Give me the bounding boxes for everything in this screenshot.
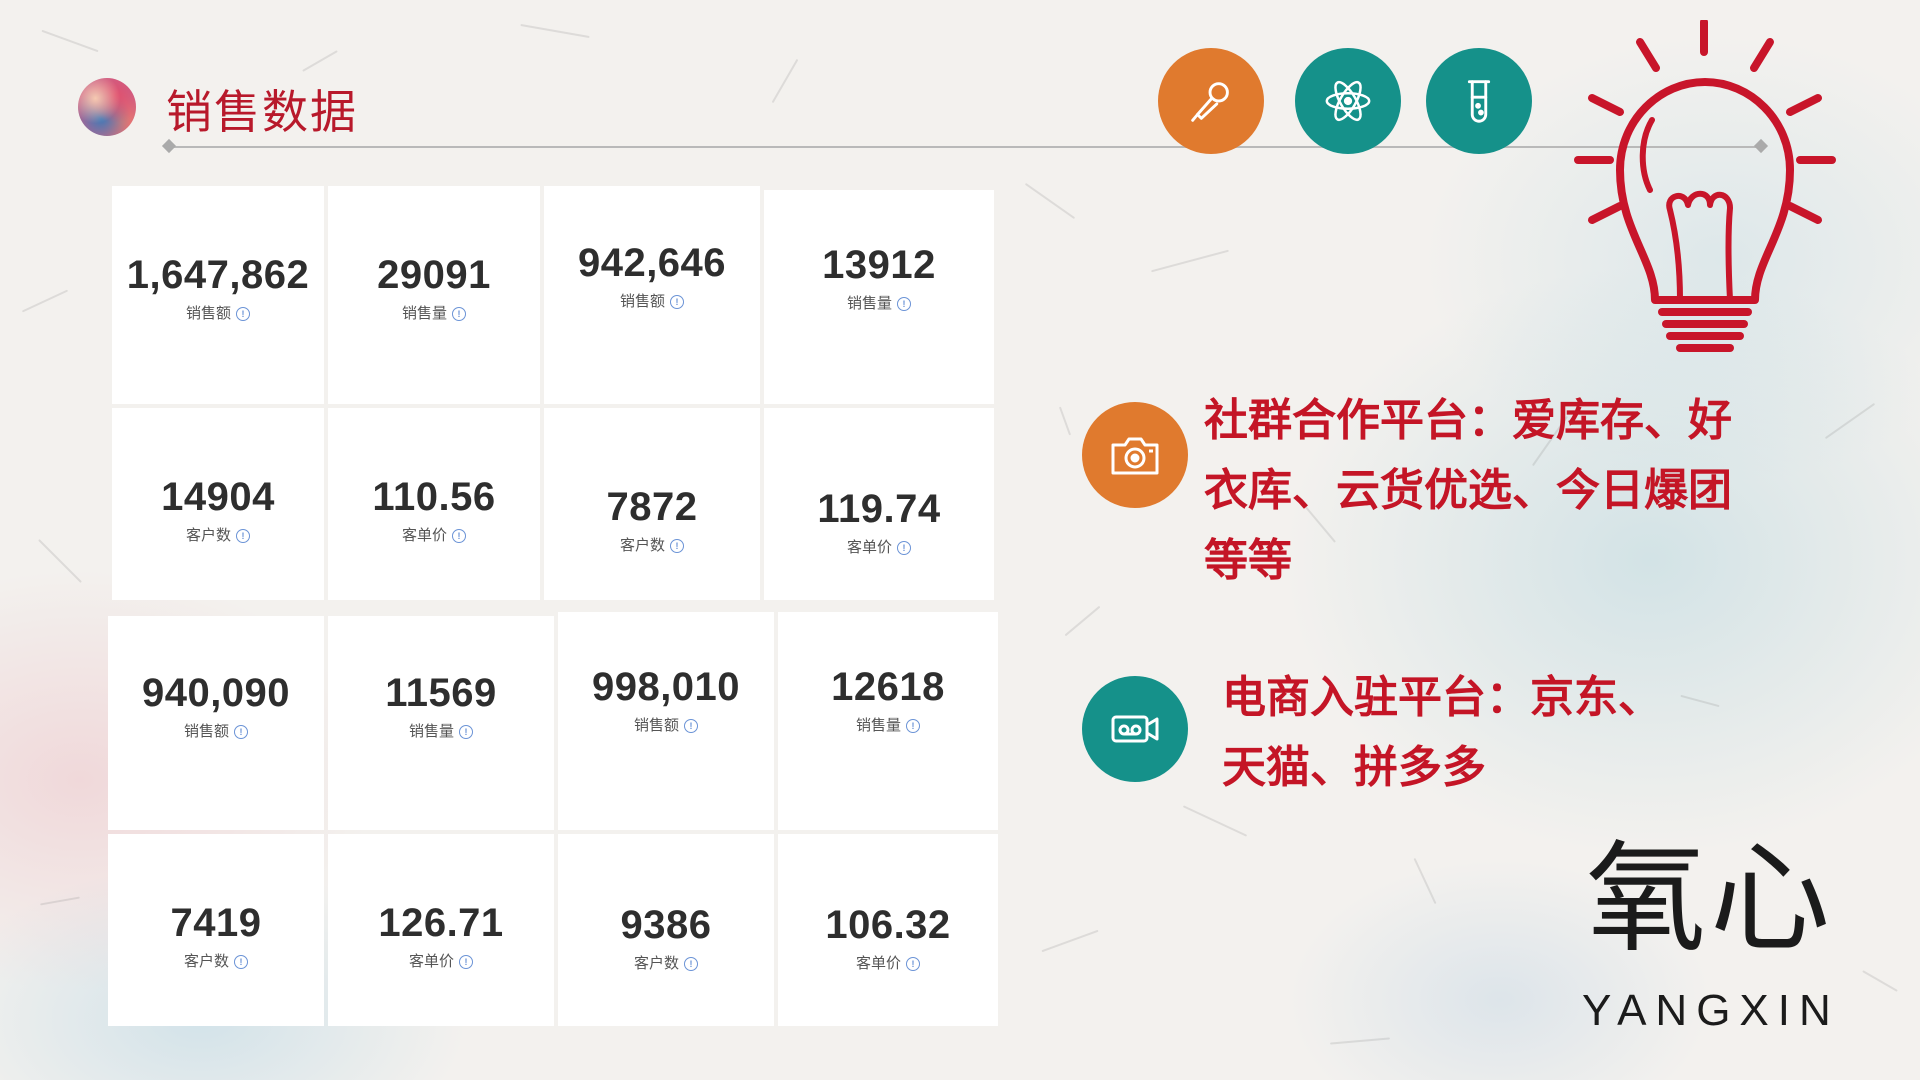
info-icon[interactable]: ! <box>452 528 466 543</box>
metrics-grid: 1,647,862 销售额! 29091 销售量! 942,646 销售额! 1… <box>108 186 998 1026</box>
info-icon[interactable]: ! <box>234 954 248 969</box>
feature-ecommerce-platforms: 电商入驻平台：京东、 天猫、拼多多 <box>1222 663 1662 803</box>
metric-card: 12618 销售量! <box>778 612 998 830</box>
info-icon[interactable]: ! <box>906 956 920 971</box>
info-icon[interactable]: ! <box>236 306 250 321</box>
metric-value: 110.56 <box>372 475 496 519</box>
header-divider <box>168 146 1764 148</box>
metric-value: 942,646 <box>577 241 727 285</box>
metric-value: 940,090 <box>141 671 291 715</box>
feature-line: 社群合作平台：爱库存、好 <box>1204 395 1732 446</box>
metric-card: 942,646 销售额! <box>544 186 760 404</box>
info-icon[interactable]: ! <box>897 296 911 311</box>
metric-value: 7872 <box>606 485 698 529</box>
metric-label: 客户数! <box>184 950 248 971</box>
metric-value: 1,647,862 <box>126 253 310 297</box>
logo-ball-icon <box>78 78 136 136</box>
test-tube-icon <box>1426 48 1532 154</box>
metric-value: 9386 <box>620 903 712 947</box>
atom-icon <box>1295 48 1401 154</box>
metric-value: 7419 <box>170 901 262 945</box>
metric-label: 销售量! <box>847 292 911 313</box>
microphone-icon <box>1158 48 1264 154</box>
metric-label: 客单价! <box>409 950 473 971</box>
info-icon[interactable]: ! <box>684 956 698 971</box>
light-bulb-icon <box>1574 20 1836 352</box>
metric-value: 29091 <box>377 253 491 297</box>
info-icon[interactable]: ! <box>684 718 698 733</box>
metric-label: 客户数! <box>634 952 698 973</box>
info-icon[interactable]: ! <box>897 540 911 555</box>
metric-card: 940,090 销售额! <box>108 616 324 830</box>
brand-logo-en: YANGXIN <box>1582 986 1840 1035</box>
metric-card: 110.56 客单价! <box>328 408 540 600</box>
camera-icon <box>1082 402 1188 508</box>
metric-label: 销售量! <box>856 714 920 735</box>
video-camera-icon <box>1082 676 1188 782</box>
metric-label: 销售额! <box>620 290 684 311</box>
metric-value: 11569 <box>385 671 497 715</box>
metric-label: 销售额! <box>186 302 250 323</box>
info-icon[interactable]: ! <box>906 718 920 733</box>
metric-value: 126.71 <box>378 901 504 945</box>
feature-line: 天猫、拼多多 <box>1222 742 1486 793</box>
metric-card: 106.32 客单价! <box>778 834 998 1026</box>
metric-card: 126.71 客单价! <box>328 834 554 1026</box>
metric-label: 客单价! <box>856 952 920 973</box>
feature-line: 等等 <box>1204 535 1292 586</box>
metric-card: 7419 客户数! <box>108 834 324 1026</box>
metric-card: 14904 客户数! <box>112 408 324 600</box>
metric-label: 销售额! <box>184 720 248 741</box>
info-icon[interactable]: ! <box>459 954 473 969</box>
metric-card: 7872 客户数! <box>544 408 760 600</box>
metric-value: 119.74 <box>817 487 941 531</box>
metric-card: 11569 销售量! <box>328 616 554 830</box>
info-icon[interactable]: ! <box>670 538 684 553</box>
feature-line: 衣库、云货优选、今日爆团 <box>1204 465 1732 516</box>
metric-card: 119.74 客单价! <box>764 408 994 600</box>
metric-value: 12618 <box>831 665 945 709</box>
metric-card: 1,647,862 销售额! <box>112 186 324 404</box>
metric-card: 29091 销售量! <box>328 186 540 404</box>
info-icon[interactable]: ! <box>452 306 466 321</box>
info-icon[interactable]: ! <box>670 294 684 309</box>
metric-label: 销售量! <box>409 720 473 741</box>
info-icon[interactable]: ! <box>236 528 250 543</box>
feature-community-platforms: 社群合作平台：爱库存、好 衣库、云货优选、今日爆团 等等 <box>1204 386 1732 596</box>
feature-line: 电商入驻平台：京东、 <box>1222 672 1662 723</box>
metric-value: 14904 <box>161 475 275 519</box>
metric-label: 客单价! <box>847 536 911 557</box>
metric-label: 客户数! <box>186 524 250 545</box>
metric-value: 106.32 <box>825 903 951 947</box>
metric-card: 9386 客户数! <box>558 834 774 1026</box>
metric-card: 13912 销售量! <box>764 190 994 404</box>
metric-value: 13912 <box>822 243 936 287</box>
metric-label: 客单价! <box>402 524 466 545</box>
brand-logo-cn: 氧心 <box>1586 830 1834 969</box>
metric-card: 998,010 销售额! <box>558 612 774 830</box>
metric-label: 销售额! <box>634 714 698 735</box>
info-icon[interactable]: ! <box>459 724 473 739</box>
info-icon[interactable]: ! <box>234 724 248 739</box>
page-title: 销售数据 <box>166 85 358 139</box>
metric-label: 销售量! <box>402 302 466 323</box>
metric-value: 998,010 <box>591 665 741 709</box>
metric-label: 客户数! <box>620 534 684 555</box>
